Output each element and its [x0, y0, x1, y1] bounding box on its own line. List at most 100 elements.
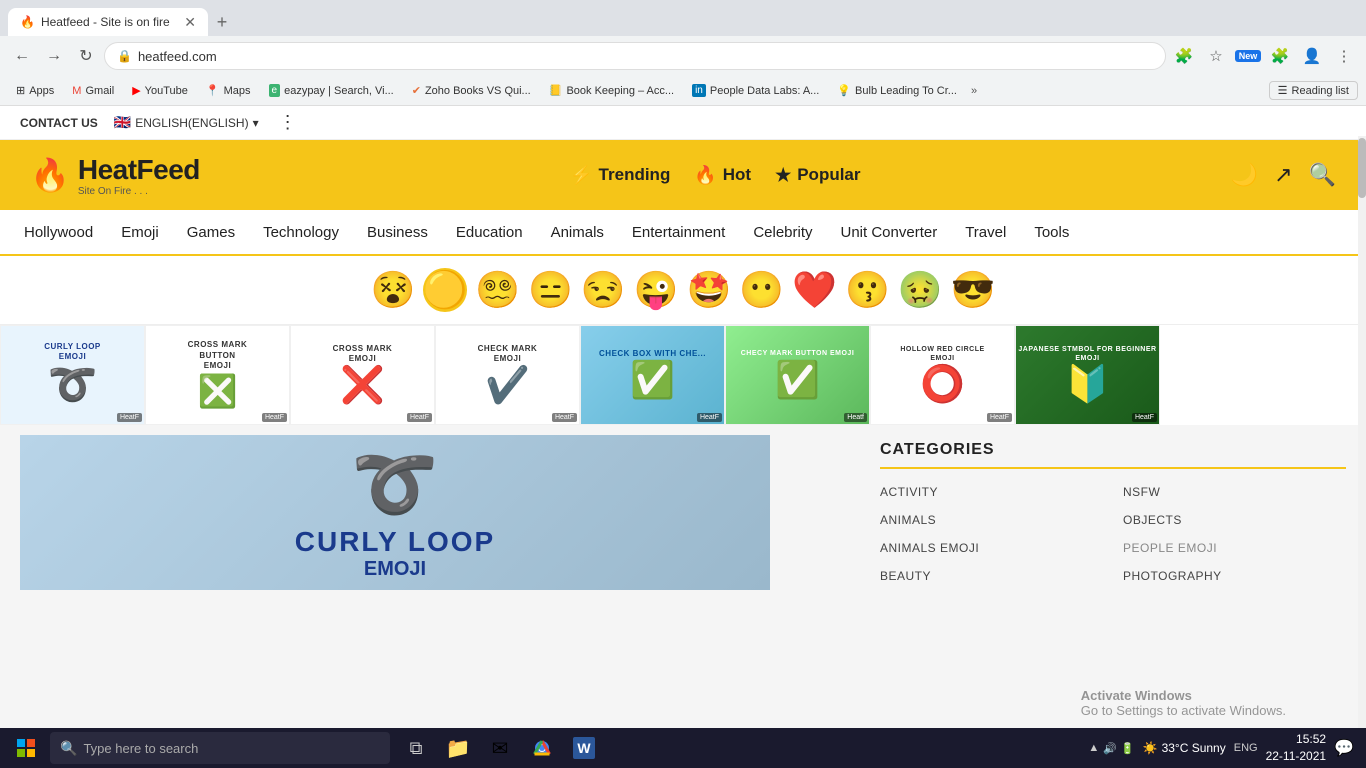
url-text: heatfeed.com [138, 49, 1153, 64]
file-explorer-button[interactable]: 📁 [438, 729, 478, 767]
bulb-label: Bulb Leading To Cr... [855, 85, 957, 97]
article-card-curlyloop[interactable]: CURLY LOOPEMOJI ➰ HeatF [0, 325, 145, 425]
reading-list-button[interactable]: ☰ Reading list [1269, 81, 1358, 100]
bookmark-eazypay[interactable]: e eazypay | Search, Vi... [261, 82, 402, 99]
nav-animals[interactable]: Animals [537, 212, 618, 253]
nav-games[interactable]: Games [173, 212, 249, 253]
main-article: ➰ CURLY LOOP EMOJI [0, 425, 860, 600]
emoji-10[interactable]: 😗 [845, 269, 890, 311]
bookmark-button[interactable]: ☆ [1202, 42, 1230, 70]
zoho-icon: ✔ [412, 84, 421, 97]
cat-objects[interactable]: OBJECTS [1123, 509, 1346, 531]
nav-emoji[interactable]: Emoji [107, 212, 173, 253]
trending-link[interactable]: ⚡ Trending [570, 165, 670, 186]
emoji-3[interactable]: 😵‍💫 [475, 269, 520, 311]
search-icon[interactable]: 🔍 [1309, 162, 1336, 188]
word-button[interactable]: W [564, 729, 604, 767]
language-selector[interactable]: 🇬🇧 ENGLISH(ENGLISH) ▾ [114, 114, 259, 131]
cat-people-emoji[interactable]: PEOPLE EMOJI [1123, 537, 1346, 559]
article-card-checkmark[interactable]: Check MarkEmoji ✔️ HeatF [435, 325, 580, 425]
cat-nsfw[interactable]: NSFW [1123, 481, 1346, 503]
cat-activity[interactable]: ACTIVITY [880, 481, 1103, 503]
article-card-checkmark-btn[interactable]: CHECY MARK BUTTON EMOJI ✅ Heatf [725, 325, 870, 425]
emoji-7[interactable]: 🤩 [687, 269, 732, 311]
popular-link[interactable]: ★ Popular [775, 165, 860, 186]
bookmark-bookkeeping[interactable]: 📒 Book Keeping – Acc... [541, 82, 682, 99]
file-explorer-icon: 📁 [446, 736, 471, 761]
clock-date: 22-11-2021 [1266, 748, 1327, 765]
scrollbar-track[interactable] [1358, 136, 1366, 728]
new-tab-button[interactable]: + [208, 8, 236, 36]
battery-icon[interactable]: 🔋 [1121, 742, 1135, 755]
profile-button[interactable]: 👤 [1298, 42, 1326, 70]
logo[interactable]: 🔥 HeatFeed Site On Fire . . . [30, 154, 200, 197]
article-card-checkbox[interactable]: Check Box with Che... ✅ HeatF [580, 325, 725, 425]
extensions-icon[interactable]: 🧩 [1266, 42, 1294, 70]
cat-animals-emoji[interactable]: ANIMALS EMOJI [880, 537, 1103, 559]
reading-list-icon: ☰ [1278, 84, 1288, 97]
emoji-6[interactable]: 😜 [634, 269, 679, 311]
menu-button[interactable]: ⋮ [1330, 42, 1358, 70]
extensions-button[interactable]: 🧩 [1170, 42, 1198, 70]
nav-hollywood[interactable]: Hollywood [10, 212, 107, 253]
nav-technology[interactable]: Technology [249, 212, 353, 253]
back-button[interactable]: ← [8, 42, 36, 70]
language-indicator[interactable]: ENG [1234, 742, 1258, 754]
bookmark-bulb[interactable]: 💡 Bulb Leading To Cr... [829, 82, 965, 99]
cat-animals[interactable]: ANIMALS [880, 509, 1103, 531]
article-card-crossmark[interactable]: CROSS MARKEMOJI ❌ HeatF [290, 325, 435, 425]
forward-button[interactable]: → [40, 42, 68, 70]
reading-list-label: Reading list [1292, 85, 1349, 97]
emoji-8[interactable]: 😶 [739, 269, 784, 311]
nav-business[interactable]: Business [353, 212, 442, 253]
emoji-2[interactable]: 🟡 [423, 268, 467, 312]
bookmark-peopledata[interactable]: in People Data Labs: A... [684, 82, 827, 99]
nav-unit-converter[interactable]: Unit Converter [827, 212, 952, 253]
tab-close-button[interactable]: ✕ [184, 14, 196, 31]
nav-celebrity[interactable]: Celebrity [739, 212, 826, 253]
bookmark-apps[interactable]: ⊞ Apps [8, 82, 62, 99]
dark-mode-icon[interactable]: 🌙 [1231, 162, 1258, 188]
nav-travel[interactable]: Travel [951, 212, 1020, 253]
emoji-11[interactable]: 🤢 [898, 269, 943, 311]
hot-label: Hot [723, 165, 751, 185]
network-icon[interactable]: ▲ [1088, 742, 1099, 754]
notification-icon[interactable]: 💬 [1334, 738, 1354, 758]
emoji-9[interactable]: ❤️ [792, 269, 837, 311]
peopledata-label: People Data Labs: A... [710, 85, 819, 97]
scrollbar-thumb[interactable] [1358, 138, 1366, 198]
nav-tools[interactable]: Tools [1020, 212, 1083, 253]
contact-us-link[interactable]: CONTACT US [20, 116, 98, 130]
emoji-1[interactable]: 😵 [370, 269, 415, 311]
bookmark-maps[interactable]: 📍 Maps [198, 82, 259, 99]
cat-beauty[interactable]: BEAUTY [880, 565, 1103, 587]
bookmark-zoho[interactable]: ✔ Zoho Books VS Qui... [404, 82, 539, 99]
chrome-button[interactable] [522, 729, 562, 767]
emoji-strip: 😵 🟡 😵‍💫 😑 😒 😜 🤩 😶 ❤️ 😗 🤢 😎 [0, 256, 1366, 325]
active-tab[interactable]: 🔥 Heatfeed - Site is on fire ✕ [8, 8, 208, 36]
bookmarks-more-button[interactable]: » [967, 83, 981, 99]
bookmark-youtube[interactable]: ▶ YouTube [124, 82, 196, 99]
article-card-hollow-red[interactable]: Hollow Red CircleEmoji ⭕ HeatF [870, 325, 1015, 425]
task-view-button[interactable]: ⧉ [396, 729, 436, 767]
nav-entertainment[interactable]: Entertainment [618, 212, 739, 253]
share-icon[interactable]: ↗ [1274, 162, 1292, 188]
hot-link[interactable]: 🔥 Hot [694, 165, 751, 186]
speaker-icon[interactable]: 🔊 [1103, 742, 1117, 755]
start-button[interactable] [4, 730, 48, 766]
cat-photography[interactable]: PHOTOGRAPHY [1123, 565, 1346, 587]
nav-education[interactable]: Education [442, 212, 537, 253]
bookmark-gmail[interactable]: M Gmail [64, 83, 122, 99]
more-options-button[interactable]: ⋮ [279, 112, 297, 133]
emoji-12[interactable]: 😎 [951, 269, 996, 311]
reload-button[interactable]: ↻ [72, 42, 100, 70]
article-card-japanese[interactable]: JAPANESE STMBOL FOR BEGINNER EMOJI 🔰 Hea… [1015, 325, 1160, 425]
taskbar-search-box[interactable]: 🔍 Type here to search [50, 732, 390, 764]
mail-button[interactable]: ✉ [480, 729, 520, 767]
address-bar[interactable]: 🔒 heatfeed.com [104, 42, 1166, 70]
popular-icon: ★ [775, 165, 791, 186]
new-badge-button[interactable]: New [1234, 42, 1262, 70]
emoji-5[interactable]: 😒 [581, 269, 626, 311]
article-card-crossmark-btn[interactable]: CROSS MARKBUTTONEMOJI ❎ HeatF [145, 325, 290, 425]
emoji-4[interactable]: 😑 [528, 269, 573, 311]
